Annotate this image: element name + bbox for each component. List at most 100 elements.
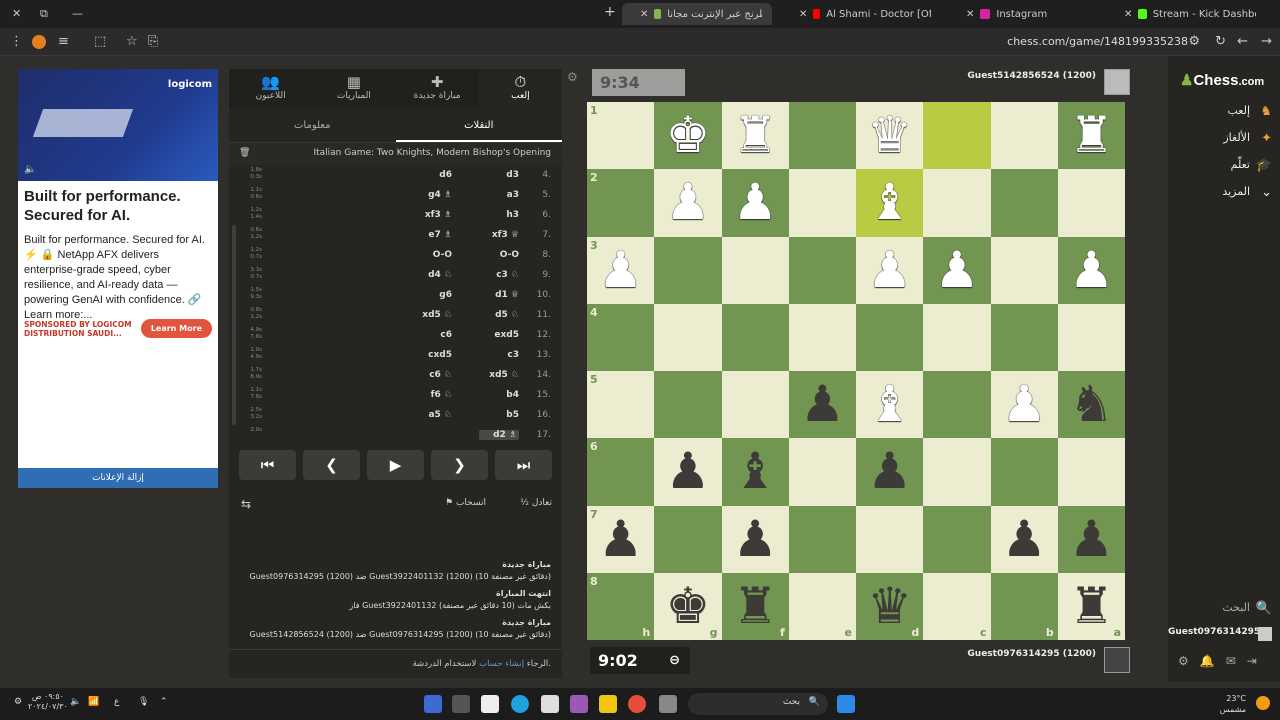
board-square[interactable] — [654, 505, 722, 573]
forward-icon[interactable]: → — [1261, 34, 1272, 49]
black-move[interactable]: c6 ♘ — [412, 370, 452, 380]
white-move[interactable]: c3 — [479, 350, 519, 360]
extensions-icon[interactable]: ⬚ — [94, 34, 106, 49]
close-tab-icon[interactable]: ✕ — [799, 9, 807, 20]
board-square[interactable] — [856, 505, 924, 573]
last-move-button[interactable]: ⏭ — [495, 450, 552, 480]
board-square[interactable] — [654, 371, 722, 439]
board-square[interactable]: ♟ — [788, 371, 856, 439]
chess-board[interactable]: 1 ♚ ♜ ♛ ♜ 2 ♟ ♟ ♝ 3 ♟ ♟ ♟ ♟ 4 5 ♟ ♝ ♟ ♞ 6 ♟ ♝ ♟ 7 ♟ ♟ ♟ ♟ 8 h g ♚ f ♜ e d ♛ c b… — [587, 102, 1125, 640]
black-move[interactable]: cxd5 — [412, 350, 452, 360]
board-square[interactable]: 8h — [587, 572, 655, 640]
app-icon-9[interactable] — [659, 695, 677, 713]
white-move[interactable]: exd5 — [479, 330, 519, 340]
white-move[interactable]: a3 — [479, 190, 519, 200]
bottom-player-name[interactable]: Guest0976314295 (1200) — [967, 649, 1096, 659]
board-square[interactable] — [788, 169, 856, 237]
board-square[interactable] — [721, 371, 789, 439]
flip-board-icon[interactable]: ⇆ — [241, 497, 251, 511]
browser-tab[interactable]: ✕ إلعب الشطرنج عبر الإنترنت مجاناً — [622, 3, 772, 25]
black-pawn-icon[interactable]: ♟ — [1069, 506, 1114, 573]
bookmark-star-icon[interactable]: ☆ — [126, 34, 138, 49]
board-square[interactable] — [788, 236, 856, 304]
black-pawn-icon[interactable]: ♟ — [1002, 506, 1047, 573]
board-square[interactable] — [923, 505, 991, 573]
close-tab-icon[interactable]: ✕ — [640, 9, 648, 20]
black-pawn-icon[interactable]: ♟ — [665, 438, 710, 505]
collapse-icon[interactable]: ⇥ — [1247, 654, 1268, 668]
trash-icon[interactable]: 🗑 — [239, 148, 250, 158]
board-square[interactable]: ♟ — [990, 371, 1058, 439]
board-square[interactable]: ♟ — [654, 438, 722, 506]
sidebar-item-puzzles[interactable]: الألغاز ✦ — [1168, 131, 1280, 155]
volume-icon[interactable]: 🔈 — [70, 697, 81, 707]
white-move[interactable]: b4 — [479, 390, 519, 400]
white-rook-icon[interactable]: ♜ — [733, 102, 778, 169]
board-square[interactable]: ♛ — [856, 102, 924, 170]
board-square[interactable]: 4 — [587, 303, 655, 371]
language-indicator[interactable]: ع — [114, 697, 119, 707]
black-move[interactable]: c6 — [412, 330, 452, 340]
board-square[interactable]: ♟ — [654, 169, 722, 237]
app-icon-2[interactable] — [452, 695, 470, 713]
wifi-icon[interactable]: 📶 — [88, 697, 99, 707]
clock-tray[interactable]: ٠٩:٥٠ ص ٢٠٢٤/٠٧/٣٠ — [28, 692, 68, 712]
white-pawn-icon[interactable]: ♟ — [934, 237, 979, 304]
white-rook-icon[interactable]: ♜ — [1069, 102, 1114, 169]
chrome-icon[interactable] — [628, 695, 646, 713]
board-square[interactable]: ♟ — [990, 505, 1058, 573]
board-square[interactable]: ♟ — [856, 236, 924, 304]
menu-dots-icon[interactable]: ⋮ — [10, 34, 23, 49]
new-tab-button[interactable]: + — [604, 4, 616, 20]
board-square[interactable] — [856, 303, 924, 371]
board-square[interactable] — [1057, 438, 1125, 506]
top-player-name[interactable]: Guest5142856524 (1200) — [967, 71, 1096, 81]
weather-widget[interactable]: 23°C مشمس — [1220, 693, 1246, 715]
board-square[interactable] — [990, 236, 1058, 304]
board-square[interactable]: ♚ — [654, 102, 722, 170]
board-square[interactable] — [923, 169, 991, 237]
settings-icon[interactable]: ⚙ — [1178, 654, 1200, 668]
board-square[interactable] — [721, 236, 789, 304]
white-bishop-icon[interactable]: ♝ — [867, 169, 912, 236]
white-move[interactable]: d2 ♗ — [479, 430, 519, 440]
browser-tab[interactable]: ✕ Stream - Kick Dashboard — [1106, 3, 1266, 25]
board-square[interactable]: ♞ — [1057, 371, 1125, 439]
board-square[interactable]: ♝ — [856, 371, 924, 439]
ad-headline[interactable]: Built for performance. Secured for AI. — [24, 187, 212, 225]
black-pawn-icon[interactable]: ♟ — [598, 506, 643, 573]
board-square[interactable] — [788, 438, 856, 506]
tray-overflow-icon[interactable]: ⌃ — [160, 697, 168, 707]
board-square[interactable]: f ♜ — [721, 572, 789, 640]
sidebar-item-learn[interactable]: تعلّم 🎓 — [1168, 158, 1280, 182]
board-square[interactable]: 1 — [587, 102, 655, 170]
white-pawn-icon[interactable]: ♟ — [867, 237, 912, 304]
white-pawn-icon[interactable]: ♟ — [1069, 237, 1114, 304]
white-pawn-icon[interactable]: ♟ — [733, 169, 778, 236]
white-pawn-icon[interactable]: ♟ — [598, 237, 643, 304]
black-pawn-icon[interactable]: ♟ — [733, 506, 778, 573]
board-square[interactable]: c — [923, 572, 991, 640]
board-square[interactable] — [1057, 303, 1125, 371]
mute-icon[interactable]: 🔈 — [24, 164, 36, 175]
white-pawn-icon[interactable]: ♟ — [1002, 371, 1047, 438]
black-king-icon[interactable]: ♚ — [665, 573, 710, 640]
browser-tab[interactable]: ✕ Al Shami - Doctor [Official Mus — [781, 3, 941, 25]
url-text[interactable]: chess.com/game/148199335238 — [1007, 35, 1188, 48]
board-square[interactable]: g ♚ — [654, 572, 722, 640]
board-square[interactable]: 3 ♟ — [587, 236, 655, 304]
board-square[interactable]: 6 — [587, 438, 655, 506]
board-square[interactable]: ♜ — [721, 102, 789, 170]
black-pawn-icon[interactable]: ♟ — [800, 371, 845, 438]
board-square[interactable] — [923, 102, 991, 170]
board-square[interactable]: 5 — [587, 371, 655, 439]
prev-move-button[interactable]: ❮ — [303, 450, 360, 480]
back-icon[interactable]: ← — [1237, 34, 1248, 49]
notifications-icon[interactable]: 🔔 — [1200, 654, 1226, 668]
black-pawn-icon[interactable]: ♟ — [867, 438, 912, 505]
black-rook-icon[interactable]: ♜ — [1069, 573, 1114, 640]
white-move[interactable]: d1 ♕ — [479, 290, 519, 300]
app-icon-5[interactable] — [541, 695, 559, 713]
white-queen-icon[interactable]: ♛ — [867, 102, 912, 169]
panel-tab[interactable]: ✚ مباراة جديدة — [396, 69, 479, 109]
